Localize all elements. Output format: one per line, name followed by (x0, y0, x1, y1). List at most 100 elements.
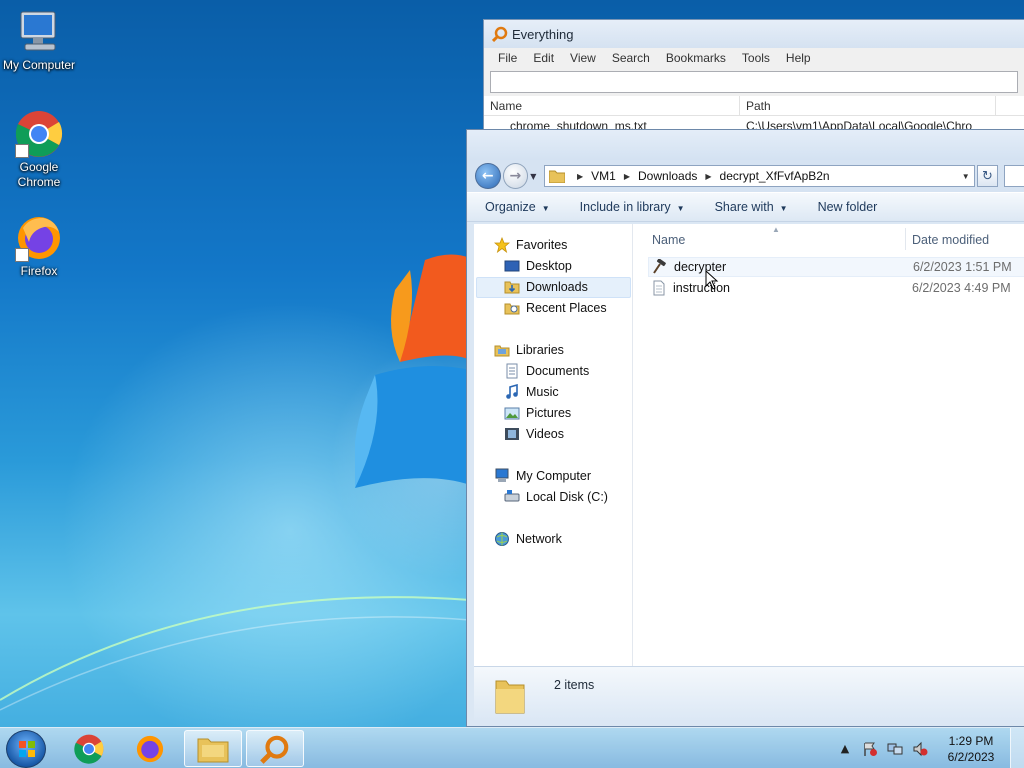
nav-label: Videos (526, 427, 564, 441)
system-tray: ▲ 1:29 PM 6/2/2023 (836, 728, 1024, 768)
nav-label: Recent Places (526, 301, 607, 315)
address-bar[interactable]: ▶ VM1 ▶ Downloads ▶ decrypt_XfFvfApB2n ▼ (544, 165, 975, 187)
nav-desktop[interactable]: Desktop (504, 256, 572, 276)
breadcrumb-current-folder[interactable]: decrypt_XfFvfApB2n (720, 169, 830, 183)
back-button[interactable]: ← (475, 163, 501, 189)
menu-search[interactable]: Search (612, 51, 650, 65)
column-path[interactable]: Path (740, 96, 996, 115)
nav-favorites[interactable]: Favorites (494, 235, 567, 255)
chevron-down-icon: ▼ (779, 204, 788, 213)
desktop-icon-label: My Computer (2, 58, 76, 72)
navigation-pane: Favorites Desktop Downloads Recent Place… (474, 224, 633, 666)
menu-edit[interactable]: Edit (533, 51, 554, 65)
organize-button[interactable]: Organize ▼ (485, 200, 550, 214)
computer-icon (495, 468, 509, 482)
chevron-down-icon: ▼ (541, 204, 550, 213)
everything-window[interactable]: Everything File Edit View Search Bookmar… (483, 19, 1024, 139)
downloads-folder-icon (504, 281, 520, 294)
everything-title-bar[interactable]: Everything (484, 20, 1024, 48)
nav-libraries[interactable]: Libraries (494, 340, 564, 360)
shortcut-arrow-icon (15, 144, 29, 158)
column-name[interactable]: Name (652, 233, 685, 247)
nav-network[interactable]: Network (494, 529, 562, 549)
menu-tools[interactable]: Tools (742, 51, 770, 65)
explorer-window[interactable]: ← → ▼ ▶ VM1 ▶ Downloads ▶ decrypt_XfFvfA… (466, 129, 1024, 727)
menu-bookmarks[interactable]: Bookmarks (666, 51, 726, 65)
text-file-icon (653, 280, 665, 296)
desktop-icon-my-computer[interactable]: My Computer (0, 8, 81, 73)
breadcrumb-vm1[interactable]: VM1 (591, 169, 616, 183)
clock[interactable]: 1:29 PM 6/2/2023 (936, 733, 1006, 765)
taskbar-firefox[interactable] (121, 730, 179, 767)
sort-ascending-icon: ▲ (772, 225, 780, 234)
action-center-icon[interactable] (861, 740, 879, 758)
taskbar-chrome[interactable] (60, 730, 118, 767)
nav-music[interactable]: Music (504, 382, 559, 402)
nav-my-computer[interactable]: My Computer (494, 466, 591, 486)
back-arrow-icon: ← (481, 168, 494, 184)
everything-search-bar (484, 68, 1024, 96)
libraries-icon (494, 345, 510, 357)
pictures-icon (504, 407, 520, 420)
include-label: Include in library (579, 200, 671, 214)
command-bar: Organize ▼ Include in library ▼ Share with… (467, 192, 1024, 222)
nav-documents[interactable]: Documents (504, 361, 589, 381)
everything-search-input[interactable] (490, 71, 1018, 93)
show-desktop-button[interactable] (1010, 728, 1024, 768)
nav-label: Local Disk (C:) (526, 490, 608, 504)
file-date: 6/2/2023 4:49 PM (912, 281, 1011, 295)
address-dropdown-icon[interactable]: ▼ (962, 172, 970, 181)
desktop-icon-chrome[interactable]: Google Chrome (0, 110, 81, 190)
share-label: Share with (714, 200, 774, 214)
volume-muted-icon[interactable] (911, 740, 929, 758)
new-folder-button[interactable]: New folder (818, 200, 878, 214)
nav-label: My Computer (516, 469, 592, 483)
folder-icon (495, 680, 525, 714)
firefox-icon (15, 214, 63, 262)
taskbar-everything[interactable] (246, 730, 304, 767)
start-button[interactable] (6, 730, 46, 768)
item-count: 2 items (554, 678, 595, 692)
shortcut-arrow-icon (15, 248, 29, 262)
hammer-executable-icon (653, 259, 666, 274)
column-divider[interactable] (905, 228, 906, 250)
everything-menu-bar: File Edit View Search Bookmarks Tools He… (484, 48, 1024, 68)
column-name[interactable]: Name (484, 96, 740, 115)
nav-local-disk[interactable]: Local Disk (C:) (504, 487, 608, 507)
nav-label: Music (526, 385, 559, 399)
menu-help[interactable]: Help (786, 51, 811, 65)
star-icon (494, 237, 510, 253)
menu-view[interactable]: View (570, 51, 596, 65)
organize-label: Organize (485, 200, 536, 214)
taskbar-explorer[interactable] (184, 730, 242, 767)
chevron-down-icon: ▼ (676, 204, 685, 213)
explorer-content: Favorites Desktop Downloads Recent Place… (474, 224, 1024, 666)
include-in-library-button[interactable]: Include in library ▼ (580, 200, 685, 214)
refresh-button[interactable]: ↻ (976, 165, 999, 187)
forward-button[interactable]: → (502, 163, 529, 189)
breadcrumb-downloads[interactable]: Downloads (638, 169, 697, 183)
chevron-right-icon: ▶ (705, 171, 712, 181)
magnifier-icon (260, 735, 289, 764)
desktop-icon-firefox[interactable]: Firefox (0, 214, 81, 279)
column-date-modified[interactable]: Date modified (912, 233, 989, 247)
menu-file[interactable]: File (498, 51, 517, 65)
nav-downloads[interactable]: Downloads (504, 277, 588, 297)
nav-videos[interactable]: Videos (504, 424, 564, 444)
nav-label: Desktop (526, 259, 572, 273)
nav-pictures[interactable]: Pictures (504, 403, 571, 423)
chevron-up-icon: ▲ (840, 742, 850, 755)
nav-recent-places[interactable]: Recent Places (504, 298, 607, 318)
network-status-icon[interactable] (886, 740, 904, 758)
explorer-title-bar[interactable] (467, 130, 1024, 160)
recent-pages-dropdown[interactable]: ▼ (530, 172, 540, 181)
desktop-icon (504, 260, 520, 272)
nav-label: Libraries (516, 343, 564, 357)
desktop-icon-label: Google Chrome (17, 160, 61, 189)
explorer-navigation-bar: ← → ▼ ▶ VM1 ▶ Downloads ▶ decrypt_XfFvfA… (467, 160, 1024, 192)
recent-places-icon (504, 303, 520, 315)
show-hidden-icons-button[interactable]: ▲ (836, 740, 854, 758)
share-with-button[interactable]: Share with ▼ (715, 200, 788, 214)
nav-label: Documents (526, 364, 590, 378)
search-input[interactable] (1004, 165, 1024, 187)
